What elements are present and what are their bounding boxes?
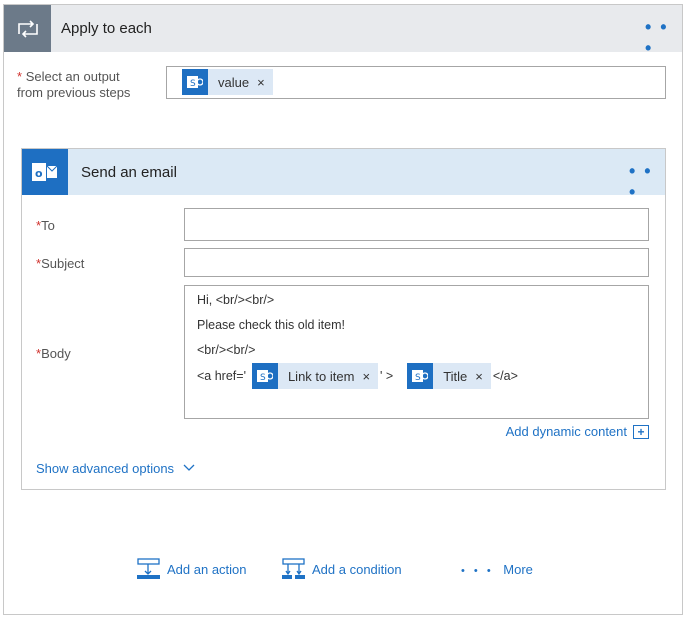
apply-to-each-header[interactable]: Apply to each • • •	[4, 5, 682, 52]
add-dynamic-label: Add dynamic content	[506, 424, 627, 439]
body-line: <br/><br/>	[197, 343, 255, 357]
select-output-input[interactable]: S value ×	[166, 66, 666, 99]
token-label: value	[208, 75, 257, 90]
more-label: More	[503, 562, 533, 577]
svg-text:S: S	[415, 373, 421, 383]
select-output-label: * Select an outputfrom previous steps	[17, 69, 130, 101]
required-mark: *	[17, 69, 22, 84]
send-email-menu-button[interactable]: • • •	[629, 161, 665, 203]
add-condition-button[interactable]: Add a condition	[282, 558, 402, 580]
to-label: *To	[36, 218, 55, 234]
send-email-title: Send an email	[81, 164, 177, 181]
add-condition-label: Add a condition	[312, 562, 402, 577]
more-button[interactable]: • • • More	[461, 562, 533, 577]
body-line: Hi, <br/><br/>	[197, 293, 274, 307]
title-token: S Title ×	[407, 363, 491, 389]
show-advanced-options-link[interactable]: Show advanced options	[36, 461, 196, 476]
token-label: Link to item	[278, 369, 362, 384]
value-token: S value ×	[182, 69, 273, 95]
remove-token-button[interactable]: ×	[475, 369, 491, 384]
body-text: <a href='	[197, 369, 246, 383]
body-label: *Body	[36, 346, 71, 362]
remove-token-button[interactable]: ×	[362, 369, 378, 384]
svg-text:S: S	[260, 373, 266, 383]
outlook-icon: o	[22, 149, 68, 195]
svg-text:o: o	[35, 167, 43, 180]
add-action-label: Add an action	[167, 562, 247, 577]
svg-text:S: S	[190, 79, 196, 89]
sharepoint-icon: S	[252, 363, 278, 389]
show-advanced-label: Show advanced options	[36, 461, 174, 476]
send-email-card: o Send an email • • • *To *Subject *Body…	[21, 148, 666, 490]
plus-box-icon: +	[633, 425, 649, 439]
apply-to-each-menu-button[interactable]: • • •	[645, 17, 682, 59]
body-line: <a href=' S Link to item × ' > S Title ×…	[197, 363, 518, 389]
apply-to-each-card: Apply to each • • • * Select an outputfr…	[3, 4, 683, 615]
label-line1: Select an output	[26, 69, 120, 84]
apply-to-each-title: Apply to each	[61, 20, 152, 37]
sharepoint-icon: S	[407, 363, 433, 389]
add-action-button[interactable]: Add an action	[137, 558, 247, 580]
send-email-header[interactable]: o Send an email • • •	[22, 149, 665, 195]
add-action-icon	[137, 558, 161, 580]
link-to-item-token: S Link to item ×	[252, 363, 378, 389]
loop-icon	[4, 5, 51, 52]
token-label: Title	[433, 369, 475, 384]
chevron-down-icon	[182, 463, 196, 473]
body-input[interactable]: Hi, <br/><br/> Please check this old ite…	[184, 285, 649, 419]
body-line: Please check this old item!	[197, 318, 345, 332]
body-text: </a>	[493, 369, 518, 383]
add-condition-icon	[282, 558, 306, 580]
sharepoint-icon: S	[182, 69, 208, 95]
subject-label: *Subject	[36, 256, 84, 272]
label-line2: from previous steps	[17, 85, 130, 100]
to-input[interactable]	[184, 208, 649, 241]
remove-token-button[interactable]: ×	[257, 75, 273, 90]
more-dots-icon: • • •	[461, 565, 494, 577]
subject-input[interactable]	[184, 248, 649, 277]
add-dynamic-content-link[interactable]: Add dynamic content +	[506, 424, 649, 439]
body-text: ' >	[380, 369, 393, 383]
